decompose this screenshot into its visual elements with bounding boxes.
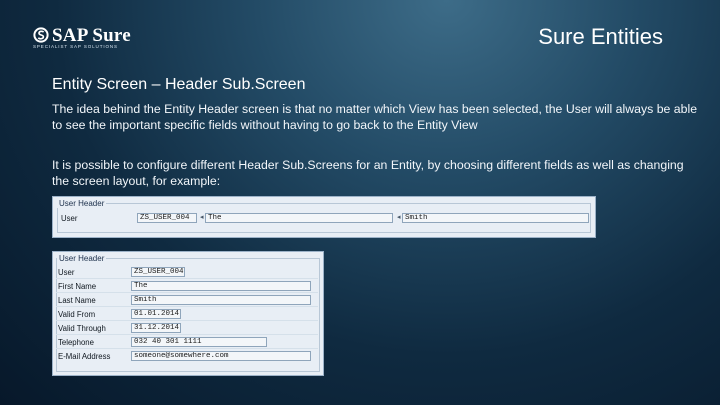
row-separator [56, 292, 318, 293]
row-label-last-name: Last Name [58, 296, 96, 305]
header-subscreen-example-multi-row: User Header User ZS_USER_004 First Name … [52, 251, 324, 376]
row-label-first-name: First Name [58, 282, 97, 291]
user-label: User [61, 214, 78, 223]
intro-paragraph: The idea behind the Entity Header screen… [52, 102, 698, 132]
telephone-field[interactable]: 032 40 301 1111 [131, 337, 267, 347]
row-separator [56, 306, 318, 307]
header-subscreen-example-single-row: User Header User ZS_USER_004 ◂ The ◂ Smi… [52, 196, 596, 238]
company-logo: SAP Sure SPECIALIST SAP SOLUTIONS [33, 25, 153, 51]
row-label-user: User [58, 268, 75, 277]
configuration-paragraph: It is possible to configure different He… [52, 158, 684, 188]
field-marker-icon: ◂ [200, 214, 204, 221]
row-separator [56, 348, 318, 349]
section-heading: Entity Screen – Header Sub.Screen [52, 76, 306, 93]
row-label-telephone: Telephone [58, 338, 94, 347]
valid-from-field[interactable]: 01.01.2014 [131, 309, 181, 319]
row-separator [56, 334, 318, 335]
logo-tagline: SPECIALIST SAP SOLUTIONS [33, 44, 118, 49]
slide-title: Sure Entities [538, 24, 663, 49]
valid-through-field[interactable]: 31.12.2014 [131, 323, 181, 333]
group-title: User Header [57, 254, 107, 263]
row-label-valid-through: Valid Through [58, 324, 106, 333]
row-label-valid-from: Valid From [58, 310, 96, 319]
email-field[interactable]: someone@somewhere.com [131, 351, 311, 361]
sap-sure-logo-icon [33, 27, 49, 43]
first-name-field[interactable]: The [131, 281, 311, 291]
field-marker-icon: ◂ [397, 214, 401, 221]
first-name-field[interactable]: The [205, 213, 393, 223]
row-label-email: E-Mail Address [58, 352, 111, 361]
last-name-field[interactable]: Smith [402, 213, 589, 223]
row-separator [56, 278, 318, 279]
user-id-field[interactable]: ZS_USER_004 [137, 213, 197, 223]
last-name-field[interactable]: Smith [131, 295, 311, 305]
row-separator [56, 320, 318, 321]
group-title: User Header [57, 199, 107, 208]
user-id-field[interactable]: ZS_USER_004 [131, 267, 185, 277]
